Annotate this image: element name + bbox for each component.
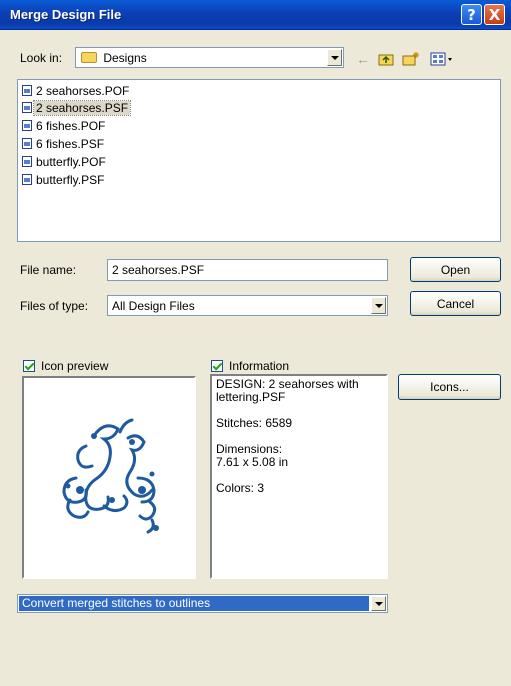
open-button[interactable]: Open — [410, 257, 501, 282]
icons-button[interactable]: Icons... — [398, 374, 501, 400]
folder-icon — [81, 52, 97, 64]
up-folder-icon[interactable] — [378, 51, 394, 67]
window-title: Merge Design File — [10, 7, 122, 22]
look-in-combo[interactable]: Designs — [75, 47, 344, 68]
title-bar: Merge Design File ? X — [0, 0, 511, 30]
files-of-type-value: All Design Files — [112, 299, 195, 313]
new-folder-icon[interactable] — [402, 51, 420, 67]
list-item[interactable]: 2 seahorses.PSF — [22, 100, 132, 116]
convert-dropdown-arrow[interactable] — [371, 596, 386, 611]
information-panel: DESIGN: 2 seahorses with lettering.PSF S… — [210, 374, 388, 579]
file-name-input[interactable]: 2 seahorses.PSF — [107, 259, 388, 281]
colors-text: Colors: 3 — [216, 481, 265, 495]
design-name-text: DESIGN: 2 seahorses with lettering.PSF — [216, 377, 359, 404]
information-label: Information — [229, 359, 290, 373]
close-button[interactable]: X — [484, 4, 505, 25]
list-item[interactable]: 6 fishes.POF — [22, 118, 107, 134]
files-of-type-label: Files of type: — [20, 299, 89, 313]
files-of-type-select[interactable]: All Design Files — [107, 295, 388, 316]
checkbox-check-icon — [23, 359, 35, 372]
convert-option-value: Convert merged stitches to outlines — [19, 596, 369, 611]
cancel-button[interactable]: Cancel — [410, 291, 501, 316]
design-file-icon — [22, 102, 32, 113]
convert-option-select[interactable]: Convert merged stitches to outlines — [17, 594, 388, 613]
back-icon[interactable]: ← — [356, 51, 370, 67]
stitches-text: Stitches: 6589 — [216, 416, 293, 430]
file-list[interactable]: 2 seahorses.POF 2 seahorses.PSF 6 fishes… — [17, 79, 501, 242]
list-item[interactable]: butterfly.PSF — [22, 172, 106, 188]
design-file-icon — [22, 156, 32, 167]
look-in-dropdown-arrow[interactable] — [327, 49, 342, 66]
icons-button-label: Icons... — [430, 380, 469, 394]
icon-preview-checkbox[interactable]: Icon preview — [23, 359, 108, 373]
list-item[interactable]: 2 seahorses.POF — [22, 83, 131, 99]
open-button-label: Open — [440, 262, 471, 277]
checkbox-check-icon — [211, 359, 223, 372]
dimensions-value: 7.61 x 5.08 in — [216, 455, 289, 469]
help-button[interactable]: ? — [461, 4, 482, 25]
icon-preview-label: Icon preview — [41, 359, 109, 373]
look-in-label: Look in: — [20, 51, 63, 65]
files-of-type-dropdown-arrow[interactable] — [371, 297, 386, 314]
design-file-icon — [22, 120, 32, 131]
file-name-label: File name: — [20, 263, 77, 277]
design-preview — [22, 376, 196, 579]
design-file-icon — [22, 85, 32, 96]
look-in-value: Designs — [103, 51, 147, 65]
list-item[interactable]: 6 fishes.PSF — [22, 136, 106, 152]
information-checkbox[interactable]: Information — [211, 359, 289, 373]
design-file-icon — [22, 138, 32, 149]
view-menu-icon[interactable] — [430, 51, 454, 67]
seahorses-design-image — [62, 418, 159, 534]
cancel-button-label: Cancel — [436, 296, 475, 311]
design-file-icon — [22, 174, 32, 185]
list-item[interactable]: butterfly.POF — [22, 154, 108, 170]
